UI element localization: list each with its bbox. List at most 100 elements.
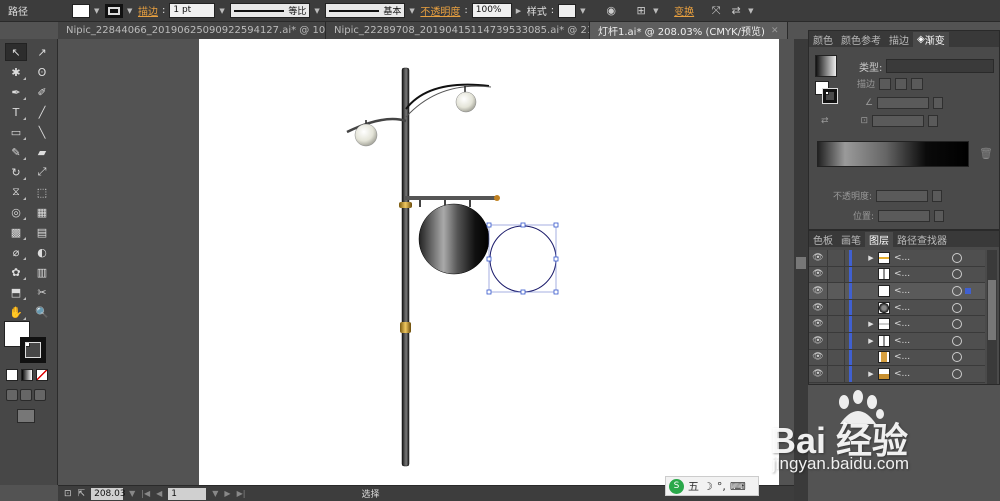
aspect-dropdown-icon[interactable] <box>928 115 939 127</box>
gradient-slider[interactable] <box>817 141 969 167</box>
visibility-eye-icon[interactable]: 👁 <box>809 352 827 362</box>
layer-row[interactable]: 👁 ▶ <... <box>809 366 985 383</box>
align-icon[interactable]: ⊞ <box>633 3 649 19</box>
layer-name[interactable]: <... <box>890 369 952 379</box>
target-circle-icon[interactable] <box>952 352 962 363</box>
tab-pathfinder[interactable]: 路径查找器 <box>893 232 951 247</box>
gradient-mode-button[interactable] <box>21 369 33 381</box>
brush-dropdown-icon[interactable]: ▼ <box>409 4 416 18</box>
lock-toggle[interactable] <box>827 332 845 349</box>
visibility-eye-icon[interactable]: 👁 <box>809 303 827 313</box>
width-tool[interactable]: ⧖ <box>5 183 27 201</box>
pencil-tool[interactable]: ✎ <box>5 143 27 161</box>
opacity-dropdown-icon[interactable]: ▶ <box>516 4 523 18</box>
arrange-dropdown-icon[interactable]: ▼ <box>748 4 755 18</box>
fill-dropdown-icon[interactable]: ▼ <box>94 4 101 18</box>
stroke-box[interactable] <box>20 337 46 363</box>
eyedropper-tool[interactable]: ⌀ <box>5 243 27 261</box>
layer-row[interactable]: 👁 ▶ <... <box>809 332 985 350</box>
zoom-tool[interactable]: 🔍 <box>31 303 53 321</box>
graphic-style-swatch[interactable] <box>558 3 577 18</box>
layer-name[interactable]: <... <box>890 286 952 296</box>
paintbrush-tool[interactable]: ╲ <box>31 123 53 141</box>
layer-row[interactable]: 👁 <... <box>809 349 985 367</box>
type-tool[interactable]: T <box>5 103 27 121</box>
symbol-sprayer-tool[interactable]: ✿ <box>5 263 27 281</box>
next-artboard-icon[interactable]: ▶ <box>224 489 230 498</box>
gradient-type-select[interactable] <box>886 59 995 73</box>
tab-color[interactable]: 颜色 <box>809 32 837 47</box>
target-circle-icon[interactable] <box>952 335 962 346</box>
punctuation-icon[interactable]: °, <box>717 480 726 493</box>
variable-width-profile[interactable]: 等比 <box>230 3 311 18</box>
opacity-field[interactable]: 100% <box>471 3 512 18</box>
gradient-tool[interactable]: ▤ <box>31 223 53 241</box>
eraser-tool[interactable]: ▰ <box>31 143 53 161</box>
slice-tool[interactable]: ✂ <box>31 283 53 301</box>
selection-tool[interactable]: ↖ <box>5 43 27 61</box>
screen-mode-button[interactable] <box>17 409 35 423</box>
layer-row[interactable]: 👁 <... <box>809 266 985 284</box>
expand-arrow-icon[interactable]: ▶ <box>864 337 878 345</box>
aspect-ratio-field[interactable] <box>872 115 925 127</box>
visibility-eye-icon[interactable]: 👁 <box>809 336 827 346</box>
lock-toggle[interactable] <box>827 299 845 316</box>
tab-gradient[interactable]: ◈ 渐变 <box>913 32 949 47</box>
layers-scroll-thumb[interactable] <box>988 280 996 340</box>
column-graph-tool[interactable]: ▥ <box>31 263 53 281</box>
visibility-eye-icon[interactable]: 👁 <box>809 286 827 296</box>
zoom-field[interactable]: 208.03 <box>91 487 126 500</box>
artboard[interactable] <box>199 39 779 485</box>
keyboard-icon[interactable]: ⌨ <box>730 480 746 493</box>
stroke-gradient-within-button[interactable] <box>879 77 892 90</box>
angle-field[interactable] <box>877 97 930 109</box>
layer-name[interactable]: <... <box>890 319 952 329</box>
direct-selection-tool[interactable]: ↗ <box>31 43 53 61</box>
prev-artboard-icon[interactable]: ◀ <box>156 489 162 498</box>
arrange-icon[interactable]: ⇄ <box>728 3 744 19</box>
layer-row[interactable]: 👁 ▶ <... <box>809 316 985 333</box>
canvas-area[interactable] <box>58 39 794 485</box>
expand-arrow-icon[interactable]: ▶ <box>864 370 878 378</box>
lock-toggle[interactable] <box>827 316 845 332</box>
zoom-dropdown-icon[interactable]: ▼ <box>129 489 135 498</box>
doc-tab-3[interactable]: 灯杆1.ai* @ 208.03% (CMYK/预览) ✕ <box>590 22 788 39</box>
mesh-tool[interactable]: ▩ <box>5 223 27 241</box>
stroke-gradient-along-button[interactable] <box>895 77 908 90</box>
scale-tool[interactable]: ⤢ <box>31 163 53 181</box>
stroke-gradient-across-button[interactable] <box>911 77 924 90</box>
expand-arrow-icon[interactable]: ▶ <box>864 254 878 262</box>
lock-toggle[interactable] <box>827 366 845 382</box>
reverse-gradient-icon[interactable]: ⇄ <box>821 116 829 126</box>
visibility-eye-icon[interactable]: 👁 <box>809 253 827 263</box>
target-circle-icon[interactable] <box>952 269 962 280</box>
lasso-tool[interactable]: ʘ <box>31 63 53 81</box>
expand-arrow-icon[interactable]: ▶ <box>864 320 878 328</box>
blend-tool[interactable]: ◐ <box>31 243 53 261</box>
delete-stop-icon[interactable]: 🗑 <box>979 147 993 160</box>
layer-name[interactable]: <... <box>890 336 952 346</box>
rectangle-tool[interactable]: ▭ <box>5 123 27 141</box>
fill-swatch[interactable] <box>72 3 90 18</box>
free-transform-tool[interactable]: ⬚ <box>31 183 53 201</box>
pen-tool[interactable]: ✒ <box>5 83 27 101</box>
none-mode-button[interactable] <box>36 369 48 381</box>
shape-builder-tool[interactable]: ◎ <box>5 203 27 221</box>
target-circle-icon[interactable] <box>952 319 962 330</box>
artboard-tool[interactable]: ⬒ <box>5 283 27 301</box>
stroke-weight-dropdown-icon[interactable]: ▼ <box>219 4 226 18</box>
layers-scrollbar[interactable] <box>987 250 997 384</box>
hand-tool[interactable]: ✋ <box>5 303 27 321</box>
transform-panel-link[interactable]: 变换 <box>674 3 694 18</box>
perspective-grid-tool[interactable]: ▦ <box>31 203 53 221</box>
artboard-dropdown-icon[interactable]: ▼ <box>212 489 218 498</box>
magic-wand-tool[interactable]: ✱ <box>5 63 27 81</box>
angle-dropdown-icon[interactable] <box>933 97 944 109</box>
doc-tab-1[interactable]: Nipic_22844066_20190625090922594127.ai* … <box>58 22 326 39</box>
align-dropdown-icon[interactable]: ▼ <box>653 4 660 18</box>
gradient-thumbnail[interactable] <box>815 55 837 77</box>
layer-name[interactable]: <... <box>890 269 952 279</box>
tab-layers[interactable]: 图层 <box>865 232 893 247</box>
stop-location-dropdown-icon[interactable] <box>934 209 945 222</box>
line-tool[interactable]: ╱ <box>31 103 53 121</box>
